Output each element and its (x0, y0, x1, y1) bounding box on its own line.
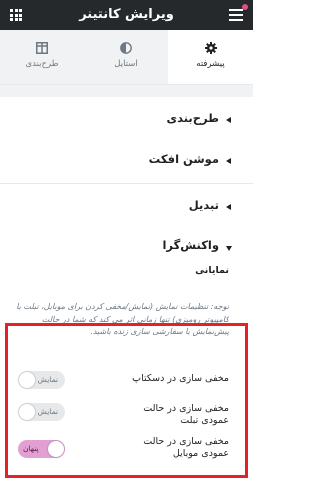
caret-left-icon (226, 117, 231, 123)
tab-style[interactable]: استایل (84, 30, 168, 84)
hide-mobile-toggle[interactable]: پنهان (18, 440, 65, 458)
hide-desktop-toggle[interactable]: نمایش (18, 371, 65, 389)
section-title: موشن افکت (148, 152, 219, 166)
tabs-spacer (0, 85, 253, 97)
section-motion-effects[interactable]: موشن افکت (0, 138, 253, 184)
section-layout[interactable]: طرح‌بندی (0, 97, 253, 143)
gear-icon (204, 42, 217, 54)
notification-dot (242, 4, 248, 10)
visibility-heading: نمایانی (195, 265, 229, 276)
toggle-state: نمایش (37, 375, 58, 384)
panel-title: ویرایش کانتینر (79, 7, 174, 22)
hide-mobile-label: مخفی سازی در حالت عمودی موبایل (143, 436, 229, 459)
hide-tablet-label: مخفی سازی در حالت عمودی تبلت (143, 403, 229, 426)
toggle-state: نمایش (37, 407, 58, 416)
tab-label: طرح‌بندی (25, 59, 59, 69)
tab-label: پیشرفته (196, 59, 225, 69)
hide-tablet-toggle[interactable]: نمایش (18, 403, 65, 421)
tab-layout[interactable]: طرح‌بندی (0, 30, 84, 84)
section-responsive[interactable]: واکنش‌گرا (0, 224, 253, 270)
toggle-knob (19, 372, 35, 388)
tab-label: استایل (114, 59, 138, 69)
section-title: واکنش‌گرا (162, 238, 219, 252)
caret-down-icon (226, 246, 232, 251)
caret-left-icon (226, 204, 231, 210)
contrast-icon (120, 42, 132, 54)
tab-advanced[interactable]: پیشرفته (168, 30, 253, 84)
toggle-state: پنهان (23, 444, 39, 453)
editor-header: ویرایش کانتینر (0, 0, 253, 30)
toggle-knob (48, 441, 64, 457)
caret-left-icon (226, 158, 231, 164)
hamburger-icon[interactable] (229, 4, 248, 21)
panel-tabs: طرح‌بندی استایل پیشرفته (0, 30, 253, 85)
toggle-knob (19, 404, 35, 420)
hide-desktop-label: مخفی سازی در دسکتاپ (132, 373, 229, 384)
layout-icon (36, 42, 48, 54)
grid-icon[interactable] (10, 9, 22, 21)
section-title: طرح‌بندی (166, 111, 219, 125)
section-title: تبدیل (188, 198, 219, 212)
